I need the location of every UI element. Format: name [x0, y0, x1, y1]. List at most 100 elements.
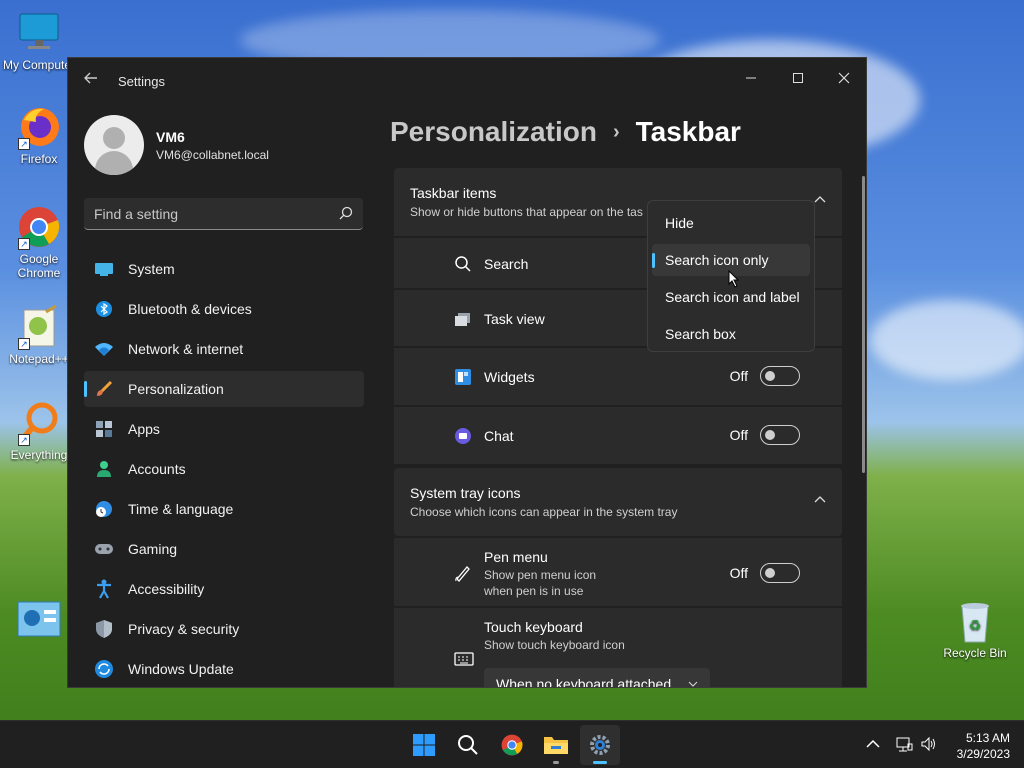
sidebar-nav: System Bluetooth & devices Network & int… [84, 251, 364, 687]
volume-icon[interactable] [920, 735, 938, 753]
folder-icon [544, 737, 568, 754]
desktop-icon-label: Recycle Bin [943, 646, 1007, 660]
mouse-cursor-icon [728, 270, 740, 288]
sidebar-item-privacy[interactable]: Privacy & security [84, 611, 364, 647]
update-icon [94, 659, 114, 679]
breadcrumb: Personalization › Taskbar [390, 116, 741, 148]
desktop-icon-recycle-bin[interactable]: ♻ Recycle Bin [937, 598, 1013, 660]
dropdown-option-search-box[interactable]: Search box [652, 318, 810, 350]
chevron-down-icon [688, 681, 698, 687]
sidebar-item-apps[interactable]: Apps [84, 411, 364, 447]
search-icon [458, 735, 478, 755]
row-description: Show touch keyboard icon [484, 638, 625, 652]
start-button[interactable] [404, 725, 444, 765]
sidebar-item-network[interactable]: Network & internet [84, 331, 364, 367]
back-button[interactable] [80, 70, 102, 92]
system-icon [94, 259, 114, 279]
clock-date: 3/29/2023 [956, 747, 1010, 761]
taskbar-row-widgets: Widgets Off [394, 346, 842, 405]
taskbar-clock[interactable]: 5:13 AM 3/29/2023 [957, 730, 1010, 762]
profile-email: VM6@collabnet.local [156, 148, 269, 162]
row-label: Search [484, 256, 529, 272]
chat-toggle-wrap: Off [730, 425, 800, 445]
control-panel-icon [16, 598, 62, 644]
desktop-icon-label: My Computer [2, 58, 76, 72]
desktop-icon-my-computer[interactable]: My Computer [1, 10, 77, 72]
pen-menu-toggle[interactable] [760, 563, 800, 583]
desktop-icon-chrome[interactable]: ↗ Google Chrome [1, 204, 77, 280]
profile-name: VM6 [156, 129, 185, 145]
touch-keyboard-combobox[interactable]: When no keyboard attached [484, 668, 710, 687]
breadcrumb-parent[interactable]: Personalization [390, 116, 597, 148]
search-input[interactable] [84, 198, 324, 229]
sidebar-item-label: Time & language [128, 501, 234, 517]
sidebar-item-time-language[interactable]: Time & language [84, 491, 364, 527]
sidebar-item-label: Gaming [128, 541, 178, 557]
window-title: Settings [118, 74, 165, 89]
pen-icon [455, 566, 470, 582]
chevron-up-icon [814, 196, 826, 203]
sidebar-item-windows-update[interactable]: Windows Update [84, 651, 364, 687]
desktop-icon-label: Notepad++ [9, 352, 69, 366]
vertical-scrollbar[interactable] [862, 176, 865, 473]
task-view-icon [455, 313, 470, 326]
sidebar-item-bluetooth[interactable]: Bluetooth & devices [84, 291, 364, 327]
desktop-icon-control-panel[interactable] [1, 598, 77, 646]
taskbar-chrome-button[interactable] [492, 725, 532, 765]
taskbar-search-button[interactable] [448, 725, 488, 765]
brush-icon [94, 379, 114, 399]
keyboard-icon [454, 652, 474, 666]
system-tray-header[interactable]: System tray icons Choose which icons can… [394, 468, 842, 536]
desktop-icon-everything[interactable]: ↗ Everything [1, 400, 77, 462]
row-description: Show pen menu icon [484, 568, 597, 582]
chrome-icon: ↗ [16, 204, 62, 250]
search-icon [455, 256, 471, 272]
sidebar-item-accounts[interactable]: Accounts [84, 451, 364, 487]
accessibility-icon [94, 579, 114, 599]
desktop-icon-notepadpp[interactable]: ↗ Notepad++ [1, 304, 77, 366]
settings-window: Settings VM6 VM6@collabnet.local System … [67, 57, 867, 688]
monitor-icon [16, 10, 62, 56]
taskbar-settings-button[interactable] [580, 725, 620, 765]
sidebar-item-label: Personalization [128, 381, 224, 397]
section-title: System tray icons [410, 485, 521, 501]
taskbar-row-chat: Chat Off [394, 405, 842, 464]
avatar[interactable] [84, 115, 144, 175]
wallpaper-cloud [870, 300, 1024, 380]
chevron-up-icon [814, 496, 826, 503]
shortcut-arrow-icon: ↗ [18, 338, 30, 350]
sidebar-item-label: Bluetooth & devices [128, 301, 252, 317]
widgets-toggle[interactable] [760, 366, 800, 386]
svg-text:♻: ♻ [969, 617, 982, 633]
maximize-button[interactable] [775, 64, 821, 94]
clock-time: 5:13 AM [965, 731, 1010, 745]
widgets-icon [455, 369, 471, 385]
sidebar-item-label: Apps [128, 421, 160, 437]
sidebar-item-system[interactable]: System [84, 251, 364, 287]
toggle-state: Off [729, 368, 748, 384]
desktop-icon-label: Everything [10, 448, 68, 462]
chat-toggle[interactable] [760, 425, 800, 445]
shortcut-arrow-icon: ↗ [18, 238, 30, 250]
tray-row-touch-keyboard: Touch keyboard Show touch keyboard icon … [394, 606, 842, 687]
search-icon[interactable] [339, 206, 353, 220]
sidebar-item-personalization[interactable]: Personalization [84, 371, 364, 407]
accounts-icon [94, 459, 114, 479]
network-icon[interactable] [895, 735, 913, 753]
sidebar-item-accessibility[interactable]: Accessibility [84, 571, 364, 607]
sidebar-item-gaming[interactable]: Gaming [84, 531, 364, 567]
shield-icon [94, 619, 114, 639]
minimize-icon [746, 77, 756, 79]
toggle-state: Off [729, 565, 748, 581]
section-subtitle: Choose which icons can appear in the sys… [410, 505, 678, 519]
taskbar-file-explorer-button[interactable] [536, 725, 576, 765]
desktop-icon-firefox[interactable]: ↗ Firefox [1, 104, 77, 166]
close-button[interactable] [821, 64, 866, 94]
notepadpp-icon: ↗ [16, 304, 62, 350]
minimize-button[interactable] [728, 64, 774, 94]
desktop-icon-label: Google Chrome [17, 252, 61, 280]
shortcut-arrow-icon: ↗ [18, 434, 30, 446]
dropdown-option-hide[interactable]: Hide [652, 207, 810, 239]
chevron-up-icon[interactable] [864, 735, 882, 753]
wifi-icon [94, 339, 114, 359]
